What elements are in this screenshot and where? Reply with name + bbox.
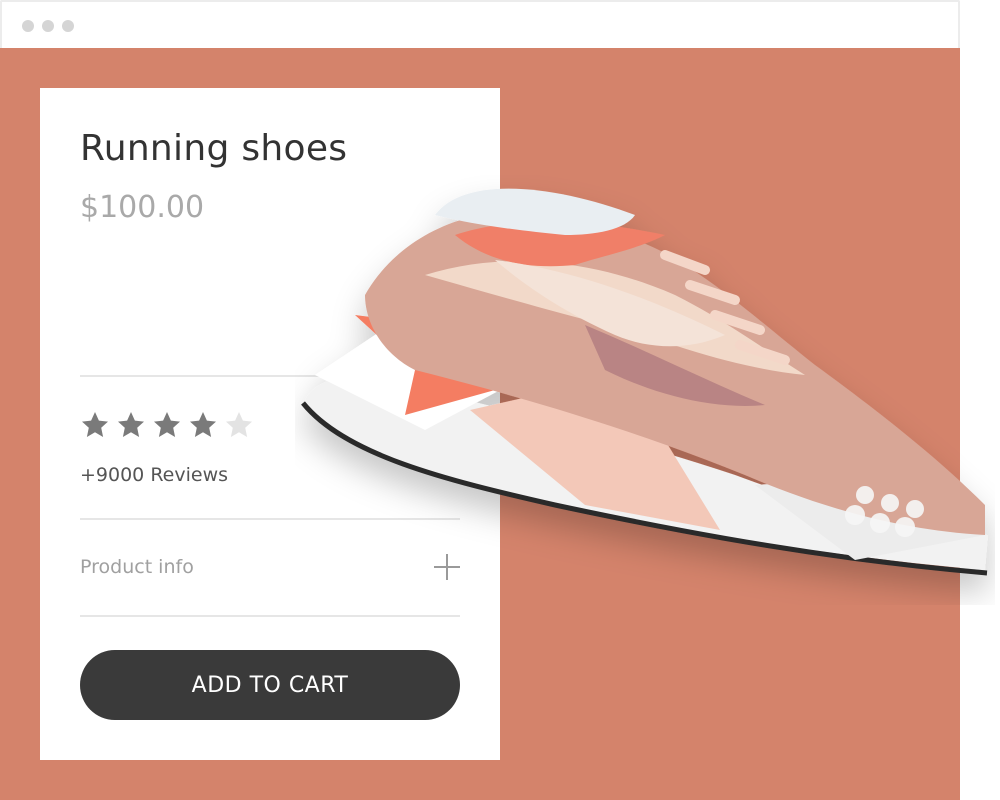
window-control-dot-icon[interactable] [62, 20, 74, 32]
star-icon [224, 410, 254, 440]
product-title: Running shoes [80, 128, 348, 169]
review-count: +9000 Reviews [80, 464, 229, 486]
window-control-dot-icon[interactable] [42, 20, 54, 32]
window-control-dot-icon[interactable] [22, 20, 34, 32]
product-info-label: Product info [80, 556, 194, 578]
browser-title-bar [0, 0, 960, 48]
star-icon [152, 410, 182, 440]
product-price: $100.00 [80, 190, 205, 225]
star-icon [80, 410, 110, 440]
star-icon [116, 410, 146, 440]
add-to-cart-button[interactable]: ADD TO CART [80, 650, 460, 720]
product-shoe-image [301, 188, 988, 576]
star-icon [188, 410, 218, 440]
star-rating [80, 410, 254, 440]
divider [80, 615, 460, 617]
